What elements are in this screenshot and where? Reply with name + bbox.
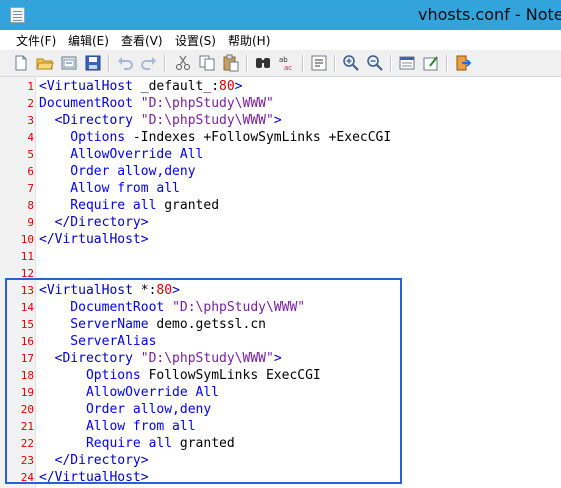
toolbar-separator (390, 55, 392, 72)
line-number: 2 (27, 97, 34, 110)
toolbar: ab ac (0, 50, 561, 77)
code-token: "D:\phpStudy\WWW" (140, 113, 274, 128)
line-number: 5 (27, 148, 34, 161)
line-content: AllowOverride All (39, 146, 203, 163)
copy-icon[interactable] (198, 54, 216, 72)
line-content: DocumentRoot "D:\phpStudy\WWW" (39, 95, 274, 112)
code-line[interactable]: 8 Require all granted (0, 197, 561, 214)
line-number: 9 (27, 216, 34, 229)
code-token: Options (39, 130, 126, 145)
zoom-in-icon[interactable] (342, 54, 360, 72)
toolbar-separator (446, 55, 448, 72)
menu-bar: 文件(F) 编辑(E) 查看(V) 设置(S) 帮助(H) (0, 30, 561, 50)
goto-icon[interactable] (310, 54, 328, 72)
code-token: <VirtualHost (39, 79, 133, 94)
code-token: </Directory> (39, 215, 149, 230)
code-token: Allow from all (39, 181, 180, 196)
editor-area[interactable]: 1 <VirtualHost _default_:80> 2 DocumentRoot… (0, 77, 561, 488)
code-line[interactable]: 11 (0, 248, 561, 265)
code-token: > (273, 113, 282, 128)
line-content: <Directory "D:\phpStudy\WWW"> (39, 112, 282, 129)
new-file-icon[interactable] (12, 54, 30, 72)
svg-text:ab: ab (279, 56, 288, 64)
code-line[interactable]: 2 DocumentRoot "D:\phpStudy\WWW" (0, 95, 561, 112)
code-line[interactable]: 1 <VirtualHost _default_:80> (0, 78, 561, 95)
menu-help[interactable]: 帮助(H) (228, 32, 270, 49)
view-icon[interactable] (398, 54, 416, 72)
save-icon[interactable] (84, 54, 102, 72)
line-content: Require all granted (39, 197, 219, 214)
code-line[interactable]: 9 </Directory> (0, 214, 561, 231)
replace-icon[interactable]: ab ac (278, 54, 296, 72)
redo-icon[interactable] (140, 54, 158, 72)
toolbar-separator (246, 55, 248, 72)
menu-edit[interactable]: 编辑(E) (68, 32, 109, 49)
line-number: 1 (27, 80, 34, 93)
find-icon[interactable] (254, 54, 272, 72)
code-line[interactable]: 10 </VirtualHost> (0, 231, 561, 248)
line-content: Options -Indexes +FollowSymLinks +ExecCG… (39, 129, 391, 146)
svg-text:ac: ac (284, 64, 292, 72)
menu-file[interactable]: 文件(F) (16, 32, 56, 49)
line-content: Allow from all (39, 180, 180, 197)
code-line[interactable]: 4 Options -Indexes +FollowSymLinks +Exec… (0, 129, 561, 146)
code-token: granted (156, 198, 220, 213)
code-line[interactable]: 7 Allow from all (0, 180, 561, 197)
settings-icon[interactable] (422, 54, 440, 72)
menu-settings[interactable]: 设置(S) (175, 32, 216, 49)
toolbar-separator (302, 55, 304, 72)
code-token: DocumentRoot (39, 96, 133, 111)
code-token: _default_: (132, 79, 220, 94)
line-content: </Directory> (39, 214, 149, 231)
notepad-app-icon (10, 7, 25, 23)
line-content: </VirtualHost> (39, 231, 149, 248)
code-token: -Indexes +FollowSymLinks +ExecCGI (125, 130, 392, 145)
menu-view[interactable]: 查看(V) (121, 32, 163, 49)
line-number: 8 (27, 199, 34, 212)
code-line[interactable]: 6 Order allow,deny (0, 163, 561, 180)
title-bar: vhosts.conf - Notepad (0, 0, 561, 30)
code-token: > (234, 79, 243, 94)
code-token: "D:\phpStudy\WWW" (140, 96, 274, 111)
open-folder-icon[interactable] (36, 54, 54, 72)
line-number: 10 (20, 233, 34, 246)
line-number: 7 (27, 182, 34, 195)
toolbar-separator (164, 55, 166, 72)
code-token: AllowOverride All (39, 147, 204, 162)
code-line[interactable]: 5 AllowOverride All (0, 146, 561, 163)
zoom-out-icon[interactable] (366, 54, 384, 72)
line-content: <VirtualHost _default_:80> (39, 78, 243, 95)
line-number: 3 (27, 114, 34, 127)
line-number: 4 (27, 131, 34, 144)
code-token: </VirtualHost> (39, 232, 149, 247)
line-number: 6 (27, 165, 34, 178)
highlight-annotation-box (5, 278, 402, 484)
undo-icon[interactable] (116, 54, 134, 72)
window-title: vhosts.conf - Notepad (418, 5, 561, 24)
reload-icon[interactable] (60, 54, 78, 72)
code-token: Order allow,deny (39, 164, 196, 179)
line-number: 11 (20, 250, 34, 263)
code-line[interactable]: 3 <Directory "D:\phpStudy\WWW"> (0, 112, 561, 129)
code-token: <Directory (39, 113, 133, 128)
line-content: Order allow,deny (39, 163, 196, 180)
paste-icon[interactable] (222, 54, 240, 72)
code-token: 80 (219, 79, 235, 94)
code-token: Require all (39, 198, 157, 213)
toolbar-separator (334, 55, 336, 72)
cut-icon[interactable] (174, 54, 192, 72)
toolbar-separator (108, 55, 110, 72)
exit-icon[interactable] (454, 54, 472, 72)
